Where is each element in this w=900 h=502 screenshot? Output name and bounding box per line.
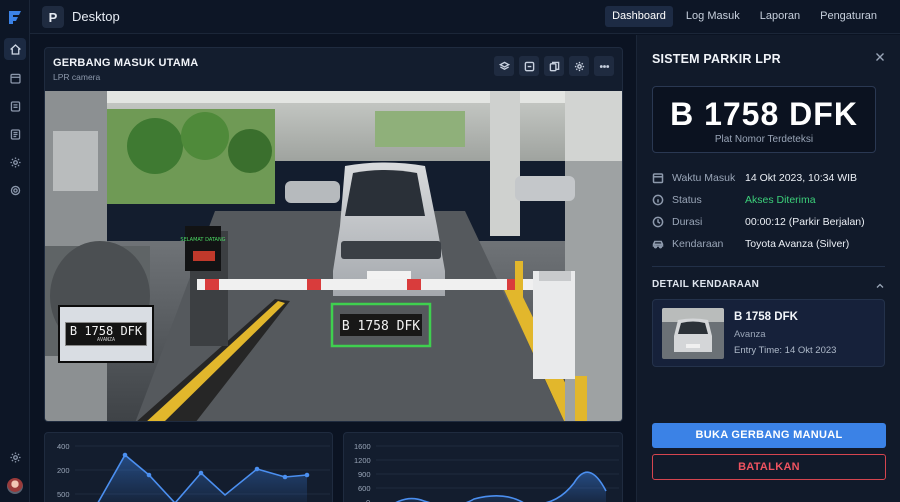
chart-1-tick: 500: [57, 490, 70, 499]
duration-label: Durasi: [672, 216, 703, 228]
vehicle-thumbnail: [662, 308, 724, 359]
rail-gear[interactable]: [4, 179, 26, 201]
avatar[interactable]: [7, 478, 23, 494]
chart-card-2: 1600 1200 900 600 0: [343, 432, 623, 502]
calendar-icon: [9, 73, 21, 84]
home-icon: [9, 43, 21, 55]
panel-title: SISTEM PARKIR LPR: [652, 52, 781, 66]
brand-logo-icon: [9, 11, 21, 24]
car-icon: [652, 240, 664, 249]
detected-plate-card: B 1758 DFK Plat Nomor Terdeteksi: [652, 86, 876, 153]
info-entry-time: Waktu Masuk 14 Okt 2023, 10:34 WIB: [652, 171, 887, 187]
clock-icon: [652, 216, 664, 228]
app-badge[interactable]: P: [42, 6, 64, 28]
entry-time-value: 14 Okt 2023, 10:34 WIB: [745, 172, 858, 184]
app-window: P Desktop Dashboard Log Masuk Laporan Pe…: [0, 0, 900, 502]
chart-card-1: 400 200 500: [44, 432, 333, 502]
rail-settings[interactable]: [4, 151, 26, 173]
vehicle-value: Toyota Avanza (Silver): [745, 238, 850, 250]
camera-feed: SELAMAT DATANG B 1758 DFK: [45, 91, 622, 421]
layers-icon: [498, 61, 510, 70]
chart-1-tick: 400: [57, 442, 70, 451]
document-icon: [10, 100, 20, 112]
sidebar-rail: [0, 0, 30, 502]
plate-crop-subtext: AVANZA: [96, 336, 116, 343]
rail-list[interactable]: [4, 123, 26, 145]
lpr-side-panel: SISTEM PARKIR LPR B 1758 DFK Plat Nomor …: [636, 35, 900, 502]
status-value: Akses Diterima: [745, 194, 816, 206]
info-vehicle: Kendaraan Toyota Avanza (Silver): [652, 237, 887, 253]
close-icon[interactable]: [874, 51, 886, 63]
nav-pengaturan[interactable]: Pengaturan: [813, 6, 884, 27]
settings-icon: [574, 61, 584, 71]
more-icon: [599, 64, 609, 68]
camera-toolbar: [494, 56, 614, 76]
camera-snapshot-button[interactable]: [519, 56, 539, 76]
nav-dashboard[interactable]: Dashboard: [605, 6, 673, 27]
nav-laporan[interactable]: Laporan: [753, 6, 807, 27]
vehicle-plate: B 1758 DFK: [734, 311, 798, 323]
divider: [652, 266, 885, 267]
vehicle-model: Avanza: [734, 329, 766, 340]
plate-crop-thumbnail: B 1758 DFK AVANZA: [58, 305, 154, 363]
vehicle-label: Kendaraan: [672, 238, 724, 250]
camera-title: GERBANG MASUK UTAMA: [53, 57, 199, 69]
camera-settings-button[interactable]: [569, 56, 589, 76]
calendar-icon: [652, 173, 664, 184]
copy-icon: [549, 61, 559, 71]
camera-more-button[interactable]: [594, 56, 614, 76]
nav-log-masuk[interactable]: Log Masuk: [679, 6, 747, 27]
rail-preferences[interactable]: [4, 446, 26, 468]
chart-2: 1600 1200 900 600 0: [354, 442, 619, 502]
camera-layers-button[interactable]: [494, 56, 514, 76]
camera-copy-button[interactable]: [544, 56, 564, 76]
vehicle-detail-heading: DETAIL KENDARAAN: [652, 279, 760, 290]
chart-1-tick: 200: [57, 466, 70, 475]
rail-documents[interactable]: [4, 95, 26, 117]
info-duration: Durasi 00:00:12 (Parkir Berjalan): [652, 215, 887, 231]
duration-value: 00:00:12 (Parkir Berjalan): [745, 216, 865, 228]
vehicle-entry-time: Entry Time: 14 Okt 2023: [734, 345, 837, 356]
info-status: Status Akses Diterima: [652, 193, 887, 209]
camera-panel: GERBANG MASUK UTAMA LPR camera SELAMAT D…: [44, 47, 623, 422]
rail-calendar[interactable]: [4, 67, 26, 89]
settings-icon: [9, 156, 21, 168]
vehicle-detail-header[interactable]: DETAIL KENDARAAN: [652, 279, 885, 290]
detected-plate-caption: Plat Nomor Terdeteksi: [714, 134, 814, 145]
top-bar: P Desktop Dashboard Log Masuk Laporan Pe…: [30, 0, 900, 34]
entry-time-label: Waktu Masuk: [672, 172, 736, 184]
cancel-button[interactable]: BATALKAN: [652, 454, 886, 480]
info-circle-icon: [652, 194, 664, 206]
snapshot-icon: [524, 61, 534, 71]
top-nav: Dashboard Log Masuk Laporan Pengaturan: [605, 6, 884, 27]
chart-2-tick: 1200: [354, 456, 371, 465]
chevron-up-icon[interactable]: [875, 281, 885, 291]
open-gate-button[interactable]: BUKA GERBANG MANUAL: [652, 423, 886, 448]
gear-icon: [10, 185, 20, 195]
entry-sign-text: SELAMAT DATANG: [180, 237, 225, 243]
detected-plate-text: B 1758 DFK: [342, 319, 420, 334]
chart-2-tick: 0: [366, 498, 370, 502]
detected-plate-number: B 1758 DFK: [670, 96, 858, 132]
chart-2-tick: 600: [358, 484, 371, 493]
camera-subtitle: LPR camera: [53, 72, 101, 82]
status-label: Status: [672, 194, 702, 206]
gear-icon: [9, 451, 21, 463]
app-title: Desktop: [72, 9, 120, 24]
chart-2-tick: 900: [358, 470, 371, 479]
list-icon: [10, 128, 20, 140]
vehicle-detail-card[interactable]: B 1758 DFK Avanza Entry Time: 14 Okt 202…: [652, 299, 885, 367]
rail-home[interactable]: [4, 38, 26, 60]
plate-crop-text: B 1758 DFK: [69, 323, 143, 338]
chart-2-tick: 1600: [354, 442, 371, 451]
chart-1: 400 200 500: [57, 442, 330, 502]
